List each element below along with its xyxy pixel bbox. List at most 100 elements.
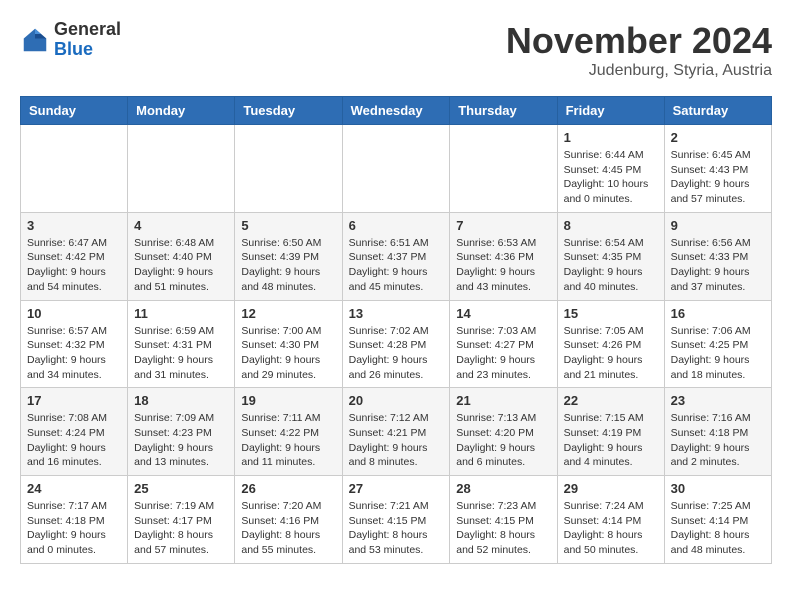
calendar-day-cell	[450, 125, 557, 213]
day-info: Sunrise: 6:47 AM Sunset: 4:42 PM Dayligh…	[27, 236, 121, 295]
calendar-day-cell: 26 Sunrise: 7:20 AM Sunset: 4:16 PM Dayli…	[235, 476, 342, 564]
calendar-week-row: 24Sunrise: 7:17 AM Sunset: 4:18 PM Dayli…	[21, 476, 772, 564]
calendar-day-header: Monday	[128, 97, 235, 125]
calendar-week-row: 3Sunrise: 6:47 AM Sunset: 4:42 PM Daylig…	[21, 212, 772, 300]
day-number: 8	[564, 218, 658, 233]
day-number: 26	[241, 481, 335, 496]
day-number: 24	[27, 481, 121, 496]
day-info: Sunrise: 7:25 AM Sunset: 4:14 PM Dayligh…	[671, 499, 765, 558]
calendar-day-cell: 21Sunrise: 7:13 AM Sunset: 4:20 PM Dayli…	[450, 388, 557, 476]
day-info: Sunrise: 7:09 AM Sunset: 4:23 PM Dayligh…	[134, 411, 228, 470]
calendar-day-cell: 3Sunrise: 6:47 AM Sunset: 4:42 PM Daylig…	[21, 212, 128, 300]
calendar-day-cell: 20 Sunrise: 7:12 AM Sunset: 4:21 PM Dayli…	[342, 388, 450, 476]
day-number: 22	[564, 393, 658, 408]
calendar-day-cell: 12 Sunrise: 7:00 AM Sunset: 4:30 PM Dayli…	[235, 300, 342, 388]
day-info: Sunrise: 6:50 AM Sunset: 4:39 PM Dayligh…	[241, 236, 335, 295]
calendar-week-row: 17Sunrise: 7:08 AM Sunset: 4:24 PM Dayli…	[21, 388, 772, 476]
calendar-day-header: Saturday	[664, 97, 771, 125]
day-number: 1	[564, 130, 658, 145]
calendar-day-cell: 18 Sunrise: 7:09 AM Sunset: 4:23 PM Dayli…	[128, 388, 235, 476]
day-number: 12	[241, 306, 335, 321]
calendar-day-cell: 1Sunrise: 6:44 AM Sunset: 4:45 PM Daylig…	[557, 125, 664, 213]
calendar-week-row: 1Sunrise: 6:44 AM Sunset: 4:45 PM Daylig…	[21, 125, 772, 213]
day-number: 5	[241, 218, 335, 233]
day-number: 11	[134, 306, 228, 321]
day-number: 20	[349, 393, 444, 408]
calendar-day-cell	[21, 125, 128, 213]
day-info: Sunrise: 7:05 AM Sunset: 4:26 PM Dayligh…	[564, 324, 658, 383]
day-number: 9	[671, 218, 765, 233]
calendar-day-cell: 8Sunrise: 6:54 AM Sunset: 4:35 PM Daylig…	[557, 212, 664, 300]
day-info: Sunrise: 7:16 AM Sunset: 4:18 PM Dayligh…	[671, 411, 765, 470]
calendar-day-header: Thursday	[450, 97, 557, 125]
day-number: 10	[27, 306, 121, 321]
calendar-day-cell: 23 Sunrise: 7:16 AM Sunset: 4:18 PM Dayli…	[664, 388, 771, 476]
day-info: Sunrise: 7:06 AM Sunset: 4:25 PM Dayligh…	[671, 324, 765, 383]
calendar-day-cell: 24Sunrise: 7:17 AM Sunset: 4:18 PM Dayli…	[21, 476, 128, 564]
day-info: Sunrise: 7:13 AM Sunset: 4:20 PM Dayligh…	[456, 411, 550, 470]
calendar-day-cell: 15Sunrise: 7:05 AM Sunset: 4:26 PM Dayli…	[557, 300, 664, 388]
calendar-header-row: SundayMondayTuesdayWednesdayThursdayFrid…	[21, 97, 772, 125]
calendar-day-cell	[342, 125, 450, 213]
page-header: General Blue November 2024 Judenburg, St…	[20, 20, 772, 80]
calendar-day-cell: 27 Sunrise: 7:21 AM Sunset: 4:15 PM Dayli…	[342, 476, 450, 564]
day-number: 28	[456, 481, 550, 496]
day-info: Sunrise: 6:57 AM Sunset: 4:32 PM Dayligh…	[27, 324, 121, 383]
day-info: Sunrise: 7:11 AM Sunset: 4:22 PM Dayligh…	[241, 411, 335, 470]
day-number: 23	[671, 393, 765, 408]
day-info: Sunrise: 7:03 AM Sunset: 4:27 PM Dayligh…	[456, 324, 550, 383]
day-number: 17	[27, 393, 121, 408]
day-info: Sunrise: 7:00 AM Sunset: 4:30 PM Dayligh…	[241, 324, 335, 383]
day-info: Sunrise: 7:02 AM Sunset: 4:28 PM Dayligh…	[349, 324, 444, 383]
calendar-day-cell: 5 Sunrise: 6:50 AM Sunset: 4:39 PM Daylig…	[235, 212, 342, 300]
calendar-day-cell: 22Sunrise: 7:15 AM Sunset: 4:19 PM Dayli…	[557, 388, 664, 476]
calendar-day-header: Friday	[557, 97, 664, 125]
day-info: Sunrise: 6:53 AM Sunset: 4:36 PM Dayligh…	[456, 236, 550, 295]
logo-blue-text: Blue	[54, 39, 93, 59]
calendar-day-cell	[235, 125, 342, 213]
day-info: Sunrise: 6:56 AM Sunset: 4:33 PM Dayligh…	[671, 236, 765, 295]
calendar-day-header: Tuesday	[235, 97, 342, 125]
day-info: Sunrise: 7:24 AM Sunset: 4:14 PM Dayligh…	[564, 499, 658, 558]
calendar-day-cell: 30 Sunrise: 7:25 AM Sunset: 4:14 PM Dayli…	[664, 476, 771, 564]
calendar-day-cell: 17Sunrise: 7:08 AM Sunset: 4:24 PM Dayli…	[21, 388, 128, 476]
day-number: 29	[564, 481, 658, 496]
calendar-day-cell: 25 Sunrise: 7:19 AM Sunset: 4:17 PM Dayli…	[128, 476, 235, 564]
logo-icon	[20, 25, 50, 55]
calendar-day-cell: 11 Sunrise: 6:59 AM Sunset: 4:31 PM Dayli…	[128, 300, 235, 388]
calendar-day-cell: 14 Sunrise: 7:03 AM Sunset: 4:27 PM Dayli…	[450, 300, 557, 388]
calendar-week-row: 10 Sunrise: 6:57 AM Sunset: 4:32 PM Dayli…	[21, 300, 772, 388]
day-info: Sunrise: 7:20 AM Sunset: 4:16 PM Dayligh…	[241, 499, 335, 558]
calendar-day-cell	[128, 125, 235, 213]
logo-general-text: General	[54, 19, 121, 39]
day-number: 2	[671, 130, 765, 145]
calendar-day-cell: 10 Sunrise: 6:57 AM Sunset: 4:32 PM Dayli…	[21, 300, 128, 388]
title-area: November 2024 Judenburg, Styria, Austria	[506, 20, 772, 80]
month-title: November 2024	[506, 20, 772, 62]
calendar-day-cell: 29 Sunrise: 7:24 AM Sunset: 4:14 PM Dayli…	[557, 476, 664, 564]
day-number: 4	[134, 218, 228, 233]
logo-text: General Blue	[54, 20, 121, 60]
day-number: 27	[349, 481, 444, 496]
day-number: 14	[456, 306, 550, 321]
day-info: Sunrise: 6:59 AM Sunset: 4:31 PM Dayligh…	[134, 324, 228, 383]
day-number: 7	[456, 218, 550, 233]
day-number: 25	[134, 481, 228, 496]
calendar-day-cell: 16 Sunrise: 7:06 AM Sunset: 4:25 PM Dayli…	[664, 300, 771, 388]
day-info: Sunrise: 7:19 AM Sunset: 4:17 PM Dayligh…	[134, 499, 228, 558]
day-info: Sunrise: 7:21 AM Sunset: 4:15 PM Dayligh…	[349, 499, 444, 558]
day-info: Sunrise: 6:45 AM Sunset: 4:43 PM Dayligh…	[671, 148, 765, 207]
day-number: 19	[241, 393, 335, 408]
calendar-table: SundayMondayTuesdayWednesdayThursdayFrid…	[20, 96, 772, 564]
calendar-day-cell: 19 Sunrise: 7:11 AM Sunset: 4:22 PM Dayli…	[235, 388, 342, 476]
day-number: 16	[671, 306, 765, 321]
day-number: 18	[134, 393, 228, 408]
calendar-day-header: Sunday	[21, 97, 128, 125]
day-number: 13	[349, 306, 444, 321]
location-subtitle: Judenburg, Styria, Austria	[506, 62, 772, 80]
calendar-day-cell: 6Sunrise: 6:51 AM Sunset: 4:37 PM Daylig…	[342, 212, 450, 300]
day-info: Sunrise: 7:12 AM Sunset: 4:21 PM Dayligh…	[349, 411, 444, 470]
calendar-day-header: Wednesday	[342, 97, 450, 125]
day-info: Sunrise: 6:51 AM Sunset: 4:37 PM Dayligh…	[349, 236, 444, 295]
day-number: 30	[671, 481, 765, 496]
